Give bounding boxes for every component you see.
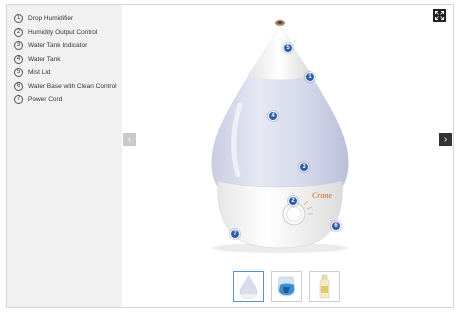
legend-number: 7 <box>14 95 23 105</box>
hotspot-mist-lid[interactable]: 5 <box>283 43 293 53</box>
legend-label: Power Cord <box>28 96 63 104</box>
legend-number: 4 <box>14 54 23 64</box>
legend-item: 2 Humidity Output Control <box>14 26 117 40</box>
legend-number: 2 <box>14 27 23 37</box>
legend-item: 5 Mist Lid <box>14 66 117 80</box>
legend-number: 3 <box>14 41 23 51</box>
chevron-right-icon: › <box>443 133 448 145</box>
legend-list: 1 Drop Humidifier 2 Humidity Output Cont… <box>14 12 117 107</box>
bottle-thumbnail-image <box>319 274 330 299</box>
legend-number: 5 <box>14 68 23 78</box>
tank-thumbnail-image <box>277 276 296 297</box>
chevron-left-icon: ‹ <box>127 133 132 145</box>
brand-logo: Crane <box>312 191 332 200</box>
legend-item: 3 Water Tank Indicator <box>14 39 117 53</box>
image-stage: Crane 5 1 4 3 2 6 7 ‹ › <box>122 5 453 307</box>
mist-lid <box>248 19 312 80</box>
hotspot-water-base[interactable]: 6 <box>331 221 341 231</box>
fullscreen-icon <box>435 11 444 20</box>
thumbnail-humidifier-front[interactable] <box>233 271 264 302</box>
legend-panel: 1 Drop Humidifier 2 Humidity Output Cont… <box>7 5 122 307</box>
thumbnail-cleaning-bottle[interactable] <box>309 271 340 302</box>
hotspot-power-cord[interactable]: 7 <box>230 229 240 239</box>
legend-item: 4 Water Tank <box>14 53 117 67</box>
prev-image-button[interactable]: ‹ <box>123 133 136 146</box>
legend-number: 1 <box>14 14 23 24</box>
hotspot-output-control[interactable]: 2 <box>288 196 298 206</box>
legend-number: 6 <box>14 81 23 91</box>
legend-label: Drop Humidifier <box>28 15 74 23</box>
legend-label: Water Tank Indicator <box>28 42 88 50</box>
legend-item: 1 Drop Humidifier <box>14 12 117 26</box>
legend-item: 7 Power Cord <box>14 93 117 107</box>
nozzle-hole <box>277 20 283 25</box>
legend-label: Mist Lid <box>28 69 51 77</box>
legend-label: Water Tank <box>28 55 61 63</box>
hotspot-water-tank[interactable]: 4 <box>268 111 278 121</box>
product-viewer: 1 Drop Humidifier 2 Humidity Output Cont… <box>6 4 454 308</box>
next-image-button[interactable]: › <box>439 133 452 146</box>
fullscreen-button[interactable] <box>433 9 446 22</box>
hotspot-drop-humidifier[interactable]: 1 <box>305 72 315 82</box>
legend-item: 6 Water Base with Clean Control <box>14 80 117 94</box>
legend-label: Humidity Output Control <box>28 28 98 36</box>
legend-label: Water Base with Clean Control <box>28 82 117 90</box>
humidifier-thumbnail-image <box>239 274 258 300</box>
knob-center <box>286 206 302 222</box>
thumbnail-humidifier-tank[interactable] <box>271 271 302 302</box>
thumbnail-strip <box>233 271 340 302</box>
hotspot-water-tank-indicator[interactable]: 3 <box>299 162 309 172</box>
